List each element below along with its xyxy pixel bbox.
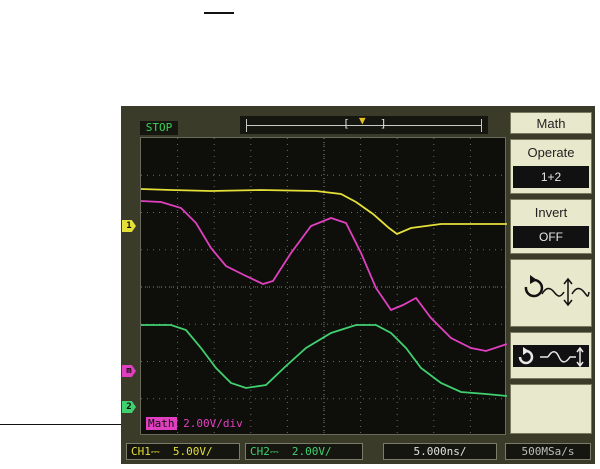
invert-label: Invert xyxy=(534,205,568,220)
math-scale-value: 2.00V/div xyxy=(183,417,243,430)
status-bar: CH1⎓ 5.00V/ CH2⎓ 2.00V/ 5.000ns/ 500MSa/… xyxy=(121,441,595,463)
trigger-position-mini-icon: ▼ xyxy=(359,114,366,127)
memory-rail-left-end xyxy=(246,119,247,132)
window-bracket-close: ] xyxy=(380,117,387,130)
callout-line xyxy=(0,424,138,425)
horizontal-icon-bg xyxy=(513,345,589,368)
memory-rail-right-end xyxy=(481,119,482,132)
horizontal-position-softkey[interactable] xyxy=(510,332,592,379)
operate-label: Operate xyxy=(527,145,575,160)
waveform-grid xyxy=(140,137,507,436)
ch1-scale-readout: CH1⎓ 5.00V/ xyxy=(126,443,240,460)
memory-position-bar: [ ▼ ] xyxy=(240,114,488,134)
rotate-vertical-scale-icon xyxy=(524,275,590,307)
ch1-waveform xyxy=(141,188,507,236)
math-tag: Math xyxy=(146,417,177,430)
vertical-scale-softkey[interactable] xyxy=(510,259,592,327)
math-scale-readout: Math 2.00V/div xyxy=(146,417,243,431)
operate-softkey[interactable]: Operate 1+2 xyxy=(510,139,592,194)
empty-softkey[interactable] xyxy=(510,384,592,434)
rotate-horizontal-position-icon xyxy=(518,346,584,368)
menu-title: Math xyxy=(510,112,592,134)
timebase-readout: 5.000ns/ xyxy=(383,443,497,460)
ch2-scale-readout: CH2⎓ 2.00V/ xyxy=(245,443,363,460)
operate-value: 1+2 xyxy=(513,166,589,188)
invert-value: OFF xyxy=(513,226,589,248)
waveform-plot xyxy=(141,138,507,436)
sample-rate-readout: 500MSa/s xyxy=(505,443,591,460)
run-status-indicator: STOP xyxy=(140,121,178,135)
window-bracket-open: [ xyxy=(343,117,350,130)
invert-softkey[interactable]: Invert OFF xyxy=(510,199,592,254)
top-underline-mark xyxy=(204,12,234,14)
